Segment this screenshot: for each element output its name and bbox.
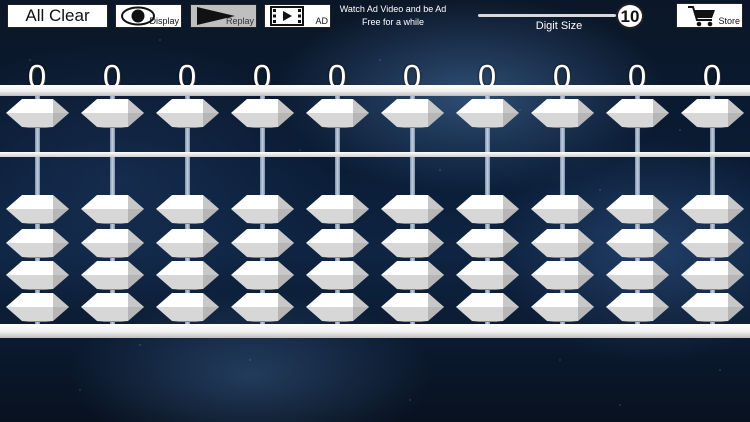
ad-note-line-1: Watch Ad Video and be Ad bbox=[339, 4, 447, 14]
heaven-bead[interactable] bbox=[456, 97, 519, 129]
heaven-bead[interactable] bbox=[6, 97, 69, 129]
heaven-bead[interactable] bbox=[231, 97, 294, 129]
earth-bead[interactable] bbox=[156, 291, 219, 323]
earth-bead[interactable] bbox=[456, 193, 519, 225]
earth-bead[interactable] bbox=[606, 259, 669, 291]
earth-bead[interactable] bbox=[681, 227, 744, 259]
abacus-bottom-frame bbox=[0, 324, 750, 338]
ad-free-note: Watch Ad Video and be Ad Free for a whil… bbox=[335, 3, 451, 29]
earth-bead[interactable] bbox=[156, 227, 219, 259]
heaven-bead[interactable] bbox=[306, 97, 369, 129]
abacus-top-frame bbox=[0, 85, 750, 96]
heaven-bead[interactable] bbox=[681, 97, 744, 129]
earth-bead[interactable] bbox=[681, 291, 744, 323]
store-button-label: Store bbox=[718, 16, 740, 26]
earth-bead[interactable] bbox=[606, 291, 669, 323]
earth-bead[interactable] bbox=[6, 227, 69, 259]
digit-size-label: Digit Size bbox=[535, 20, 583, 32]
earth-bead[interactable] bbox=[6, 193, 69, 225]
heaven-bead[interactable] bbox=[606, 97, 669, 129]
earth-bead[interactable] bbox=[456, 259, 519, 291]
slider-knob[interactable]: 10 bbox=[616, 3, 644, 29]
earth-bead[interactable] bbox=[681, 193, 744, 225]
film-strip-icon bbox=[270, 6, 304, 26]
earth-bead[interactable] bbox=[606, 227, 669, 259]
heaven-bead[interactable] bbox=[81, 97, 144, 129]
shopping-cart-icon bbox=[688, 6, 715, 27]
earth-bead[interactable] bbox=[381, 193, 444, 225]
earth-bead[interactable] bbox=[681, 259, 744, 291]
earth-bead[interactable] bbox=[531, 291, 594, 323]
store-button[interactable]: Store bbox=[676, 3, 743, 28]
earth-bead[interactable] bbox=[456, 227, 519, 259]
earth-bead[interactable] bbox=[81, 259, 144, 291]
earth-bead[interactable] bbox=[531, 193, 594, 225]
replay-button-label: Replay bbox=[225, 16, 254, 26]
earth-bead[interactable] bbox=[231, 259, 294, 291]
earth-bead[interactable] bbox=[231, 193, 294, 225]
earth-bead[interactable] bbox=[6, 291, 69, 323]
heaven-bead[interactable] bbox=[381, 97, 444, 129]
all-clear-button[interactable]: All Clear bbox=[7, 4, 108, 28]
heaven-bead[interactable] bbox=[531, 97, 594, 129]
slider-track[interactable] bbox=[478, 14, 616, 17]
earth-bead[interactable] bbox=[381, 259, 444, 291]
earth-bead[interactable] bbox=[531, 227, 594, 259]
earth-bead[interactable] bbox=[231, 291, 294, 323]
display-button-label: Display bbox=[149, 16, 179, 26]
earth-bead[interactable] bbox=[156, 193, 219, 225]
earth-bead[interactable] bbox=[306, 291, 369, 323]
abacus-reckoning-bar bbox=[0, 152, 750, 157]
earth-bead[interactable] bbox=[531, 259, 594, 291]
earth-bead[interactable] bbox=[81, 291, 144, 323]
watch-ad-button-label: AD bbox=[315, 16, 328, 26]
earth-bead[interactable] bbox=[306, 227, 369, 259]
watch-ad-button[interactable]: AD bbox=[264, 4, 331, 28]
earth-bead[interactable] bbox=[456, 291, 519, 323]
ad-note-line-2: Free for a while bbox=[361, 17, 425, 27]
earth-bead[interactable] bbox=[156, 259, 219, 291]
earth-bead[interactable] bbox=[81, 227, 144, 259]
heaven-bead[interactable] bbox=[156, 97, 219, 129]
earth-bead[interactable] bbox=[231, 227, 294, 259]
earth-bead[interactable] bbox=[81, 193, 144, 225]
earth-bead[interactable] bbox=[381, 227, 444, 259]
earth-bead[interactable] bbox=[306, 193, 369, 225]
earth-bead[interactable] bbox=[606, 193, 669, 225]
earth-bead[interactable] bbox=[6, 259, 69, 291]
earth-bead[interactable] bbox=[306, 259, 369, 291]
earth-bead[interactable] bbox=[381, 291, 444, 323]
display-button[interactable]: Display bbox=[115, 4, 182, 28]
replay-button[interactable]: Replay bbox=[190, 4, 257, 28]
